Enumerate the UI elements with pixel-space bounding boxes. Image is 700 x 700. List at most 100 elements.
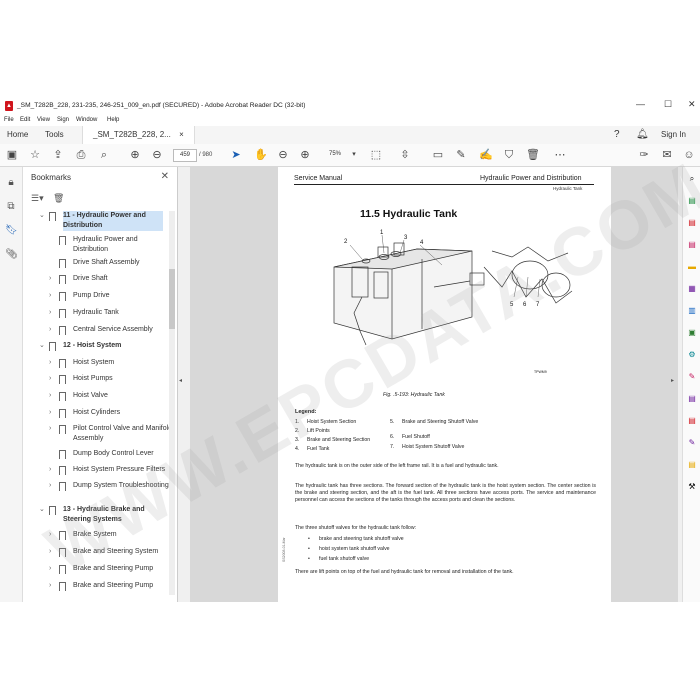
fit-page-icon[interactable]: ⬚: [370, 149, 382, 161]
save-icon[interactable]: ▣: [6, 149, 18, 161]
bookmark-label: Hoist Cylinders: [73, 409, 121, 416]
chevron-down-icon[interactable]: ⌄: [39, 341, 45, 351]
menu-file[interactable]: File: [4, 117, 14, 123]
sign-in-button[interactable]: Sign In: [661, 126, 686, 144]
bookmark-label: Central Service Assembly: [73, 326, 153, 333]
menu-view[interactable]: View: [37, 117, 50, 123]
chevron-right-icon[interactable]: ›: [49, 325, 51, 335]
close-window-button[interactable]: ✕: [688, 99, 696, 110]
menu-window[interactable]: Window: [76, 117, 97, 123]
more-tools-icon[interactable]: ⋯: [554, 149, 566, 161]
callout-2: 2: [344, 239, 348, 245]
select-cursor-icon[interactable]: ➤: [230, 149, 242, 161]
collapse-panel-arrow-icon[interactable]: ◂: [179, 377, 182, 384]
bookmark-star-icon[interactable]: ☆: [29, 149, 41, 161]
chevron-right-icon[interactable]: ›: [49, 374, 51, 384]
hand-tool-icon[interactable]: ✋: [254, 149, 268, 161]
chevron-right-icon[interactable]: ›: [49, 274, 51, 284]
draw-icon[interactable]: ✍: [479, 149, 493, 161]
fill-and-sign-icon[interactable]: ✎: [686, 371, 698, 383]
menu-sign[interactable]: Sign: [57, 117, 69, 123]
chevron-down-icon[interactable]: ⌄: [39, 505, 45, 515]
header-rule: [294, 184, 594, 185]
chevron-right-icon[interactable]: ›: [49, 481, 51, 491]
bookmark-icon: [59, 259, 66, 268]
chevron-right-icon[interactable]: ›: [49, 408, 51, 418]
menu-bar: File Edit View Sign Window Help: [0, 116, 700, 126]
protect-icon[interactable]: ⚙: [686, 349, 698, 361]
fill-sign-icon[interactable]: ✑: [638, 149, 650, 161]
scroll-mode-icon[interactable]: ⇳: [399, 149, 411, 161]
menu-edit[interactable]: Edit: [20, 117, 30, 123]
bookmark-options-icon[interactable]: ☰▾: [31, 193, 44, 204]
chevron-right-icon[interactable]: ›: [49, 564, 51, 574]
scan-ocr-icon[interactable]: ▣: [686, 327, 698, 339]
tab-tools[interactable]: Tools: [45, 126, 64, 144]
bookmark-label: 12 - Hoist System: [63, 342, 122, 349]
zoom-level-select[interactable]: 75%: [322, 149, 348, 160]
next-page-icon[interactable]: ⊖: [151, 149, 163, 161]
page-number-input[interactable]: 459: [173, 149, 197, 162]
bookmarks-scrollbar[interactable]: [169, 211, 175, 595]
chevron-right-icon[interactable]: ›: [49, 581, 51, 591]
chevron-right-icon[interactable]: ›: [49, 358, 51, 368]
stamp-tool-icon[interactable]: ▤: [686, 459, 698, 471]
more-tools-rail-icon[interactable]: ⚒: [686, 481, 698, 493]
window-title: _SM_T282B_228, 231-235, 246-251_009_en.p…: [17, 102, 306, 109]
page-total: / 980: [199, 152, 213, 158]
bookmarks-scroll-thumb[interactable]: [169, 269, 175, 329]
tab-home[interactable]: Home: [7, 126, 28, 144]
menu-help[interactable]: Help: [107, 117, 119, 123]
help-icon[interactable]: ?: [614, 126, 620, 144]
minimize-button[interactable]: —: [636, 99, 645, 109]
bookmark-label: Hydraulic Power and Distribution: [73, 236, 138, 253]
zoom-in-icon[interactable]: ⊕: [299, 149, 311, 161]
organize-pages-icon[interactable]: ▥: [686, 305, 698, 317]
callout-3: 3: [404, 235, 408, 241]
chevron-down-icon[interactable]: ⌄: [39, 211, 45, 221]
highlight-pen-icon[interactable]: ✎: [455, 149, 467, 161]
acrobat-window: ▲ _SM_T282B_228, 231-235, 246-251_009_en…: [0, 96, 700, 602]
bookmark-label: Hoist System: [73, 359, 115, 366]
maximize-button[interactable]: ☐: [664, 99, 672, 110]
comment-icon[interactable]: ▭: [432, 149, 444, 161]
bookmark-icon: [59, 292, 66, 301]
tab-close-icon[interactable]: ×: [179, 130, 184, 139]
zoom-out-icon[interactable]: ⊖: [277, 149, 289, 161]
tab-bar: Home Tools _SM_T282B_228, 2... × ? 🔔︎ Si…: [0, 126, 700, 145]
tab-document[interactable]: _SM_T282B_228, 2... ×: [82, 126, 195, 144]
send-for-signature-icon[interactable]: ▤: [686, 393, 698, 405]
prepare-form-icon[interactable]: ✎: [686, 437, 698, 449]
tab-document-label: _SM_T282B_228, 2...: [93, 130, 171, 139]
bookmark-label: 11 - Hydraulic Power and Distribution: [63, 211, 163, 231]
chevron-right-icon[interactable]: ›: [49, 308, 51, 318]
attachments-icon[interactable]: 📎︎: [5, 249, 18, 261]
chevron-right-icon[interactable]: ›: [49, 391, 51, 401]
bookmark-icon: [49, 212, 56, 221]
delete-bookmark-icon[interactable]: 🗑︎: [53, 193, 64, 204]
chevron-right-icon[interactable]: ›: [49, 465, 51, 475]
chevron-right-icon[interactable]: ›: [49, 291, 51, 301]
notification-bell-icon[interactable]: 🔔︎: [636, 126, 649, 144]
find-icon[interactable]: ⌕: [98, 149, 110, 161]
redact-icon[interactable]: ▤: [686, 415, 698, 427]
print-icon[interactable]: ⎙: [75, 149, 87, 161]
zoom-dropdown-icon[interactable]: ▾: [348, 149, 360, 161]
bookmarks-panel-icon[interactable]: 🔖︎: [5, 225, 18, 237]
upload-icon[interactable]: ⇪: [52, 149, 64, 161]
chevron-right-icon[interactable]: ›: [49, 424, 51, 434]
comment-tool-icon[interactable]: ▬: [686, 261, 698, 273]
close-panel-icon[interactable]: ✕: [161, 171, 169, 182]
bookmark-label: Pump Drive: [73, 292, 110, 299]
expand-right-panel-arrow-icon[interactable]: ▸: [671, 377, 674, 384]
edit-pdf-icon[interactable]: ▤: [686, 239, 698, 251]
delete-icon[interactable]: 🗑︎: [526, 149, 540, 161]
bookmark-label: Brake and Steering Pump: [73, 582, 154, 589]
combine-files-icon[interactable]: ▦: [686, 283, 698, 295]
previous-page-icon[interactable]: ⊕: [129, 149, 141, 161]
stamp-icon[interactable]: ⛉: [503, 149, 515, 161]
page-thumbnails-icon[interactable]: ⧉: [5, 201, 17, 213]
bookmark-icon: [59, 482, 66, 491]
paragraph: The three shutoff valves for the hydraul…: [295, 525, 417, 531]
lock-icon[interactable]: 🔒︎: [5, 177, 17, 189]
